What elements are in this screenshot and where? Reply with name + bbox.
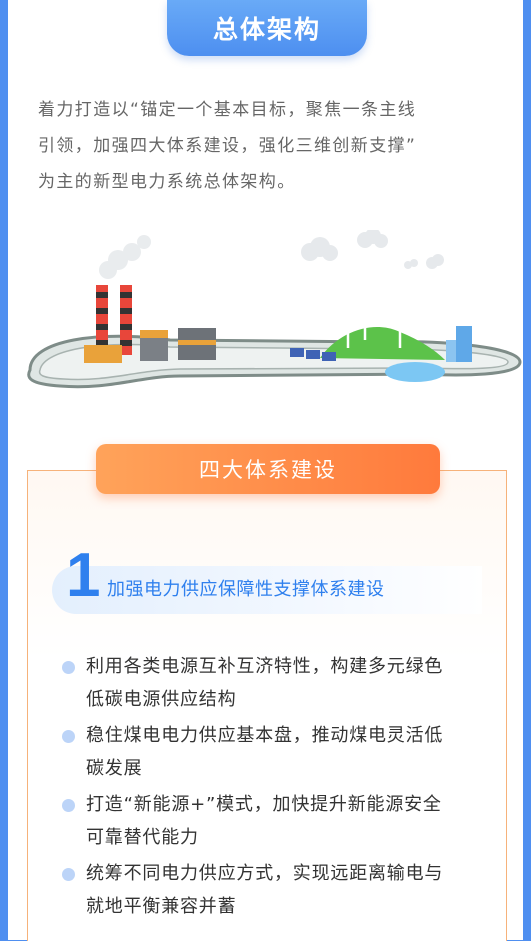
list-item: 打造“新能源+”模式，加快提升新能源安全 可靠替代能力	[62, 788, 502, 854]
list-item: 利用各类电源互补互济特性，构建多元绿色 低碳电源供应结构	[62, 650, 502, 716]
building-icon	[446, 326, 472, 362]
intro-paragraph: 着力打造以“锚定一个基本目标，聚焦一条主线 引领，加强四大体系建设，强化三维创新…	[38, 92, 503, 200]
list-item: 统筹不同电力供应方式，实现远距离输电与 就地平衡兼容并蓄	[62, 857, 502, 923]
bullet-line: 就地平衡兼容并蓄	[86, 896, 237, 917]
bullet-line: 碳发展	[86, 758, 143, 779]
bullet-line: 低碳电源供应结构	[86, 689, 237, 710]
factory-icon	[84, 235, 216, 363]
section-title: 四大体系建设	[96, 444, 440, 494]
bullet-list: 利用各类电源互补互济特性，构建多元绿色 低碳电源供应结构 稳住煤电电力供应基本盘…	[62, 650, 502, 926]
page-title: 总体架构	[167, 0, 367, 56]
power-system-illustration	[27, 230, 522, 389]
bullet-dot-icon	[62, 868, 75, 881]
bullet-dot-icon	[62, 661, 75, 674]
cloud-icon	[301, 230, 444, 269]
bullet-line: 可靠替代能力	[86, 827, 199, 848]
bullet-dot-icon	[62, 799, 75, 812]
intro-line: 为主的新型电力系统总体架构。	[38, 172, 296, 192]
bullet-line: 稳住煤电电力供应基本盘，推动煤电灵活低	[86, 725, 444, 746]
bullet-line: 统筹不同电力供应方式，实现远距离输电与	[86, 863, 444, 884]
subsection-number: 1	[66, 541, 101, 610]
intro-line: 着力打造以“锚定一个基本目标，聚焦一条主线	[38, 100, 417, 120]
bullet-line: 利用各类电源互补互济特性，构建多元绿色	[86, 656, 444, 677]
bullet-line: 打造“新能源+”模式，加快提升新能源安全	[86, 794, 442, 815]
list-item: 稳住煤电电力供应基本盘，推动煤电灵活低 碳发展	[62, 719, 502, 785]
bullet-dot-icon	[62, 730, 75, 743]
intro-line: 引领，加强四大体系建设，强化三维创新支撑”	[38, 136, 417, 156]
subsection-title: 加强电力供应保障性支撑体系建设	[107, 579, 385, 600]
